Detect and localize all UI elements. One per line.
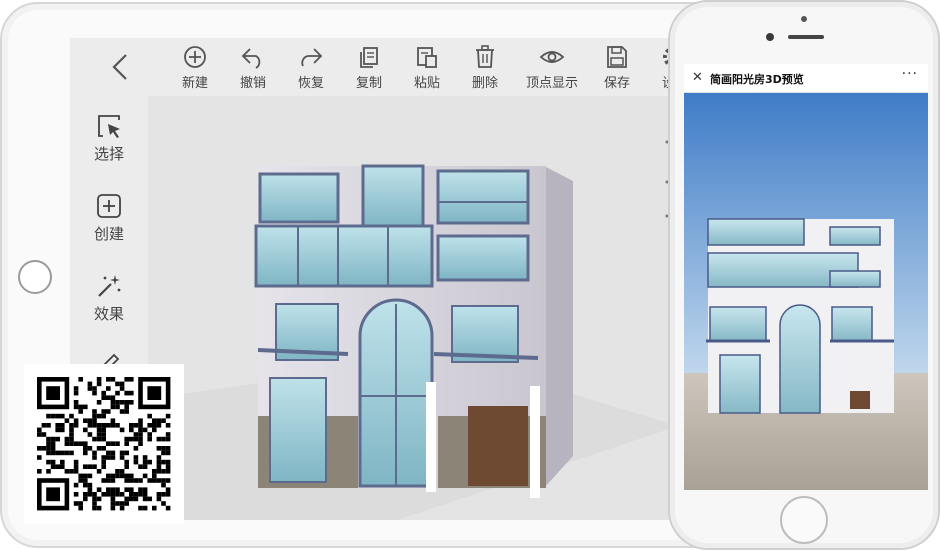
toolbar-redo-label: 恢复 [297,76,324,91]
toolbar-new-label: 新建 [181,76,208,91]
phone-house-render [684,93,928,490]
sidebar-create-label: 创建 [93,225,124,243]
phone-camera [801,16,807,22]
close-icon[interactable]: ✕ [692,70,703,85]
undo-icon [241,48,261,69]
sidebar-item-select[interactable]: 选择 [70,112,148,164]
toolbar-save-button[interactable]: 保存 [588,44,646,91]
paste-icon [417,47,437,68]
sidebar-item-effects[interactable]: 效果 [70,272,148,324]
toolbar-copy-button[interactable]: 复制 [340,44,398,91]
phone-preview-title: 简画阳光房3D预览 [710,73,804,86]
toolbar-undo-button[interactable]: 撤销 [224,44,282,91]
redo-icon [301,48,323,67]
back-arrow-icon[interactable] [106,52,136,82]
magic-wand-icon [98,275,121,297]
tablet-home-button[interactable] [18,260,52,294]
plus-square-icon [97,194,121,218]
toolbar-new-button[interactable]: 新建 [166,44,224,91]
phone-preview-header: ✕ 简画阳光房3D预览 ··· [684,64,928,93]
toolbar-paste-button[interactable]: 粘贴 [398,44,456,91]
3d-viewport[interactable] [148,96,690,520]
eye-icon [539,51,565,63]
qr-code [24,364,184,524]
select-cursor-icon [98,115,120,138]
phone-front-camera [766,33,774,41]
toolbar-delete-button[interactable]: 删除 [456,44,514,91]
trash-icon [476,45,494,68]
qr-code-image [37,377,171,511]
toolbar-delete-label: 删除 [471,76,498,91]
phone-home-button[interactable] [780,496,828,544]
save-icon [607,46,627,68]
toolbar-redo-button[interactable]: 恢复 [282,44,340,91]
copy-icon [360,47,378,68]
phone-3d-preview[interactable] [684,93,928,490]
toolbar-paste-label: 粘贴 [413,76,440,91]
toolbar-undo-label: 撤销 [239,76,266,91]
phone-speaker [788,35,824,39]
top-toolbar: 新建 撤销 恢复 复制 粘贴 删除 顶点显示 保存 [70,38,690,97]
phone-screen: ✕ 简画阳光房3D预览 ··· [684,64,928,490]
toolbar-vertex-display-label: 顶点显示 [525,76,578,91]
toolbar-save-label: 保存 [603,76,630,91]
plus-circle-icon [184,46,206,68]
sidebar-effects-label: 效果 [93,305,124,323]
toolbar-vertex-display-button[interactable]: 顶点显示 [516,44,588,91]
sidebar-item-create[interactable]: 创建 [70,192,148,244]
toolbar-copy-label: 复制 [355,76,382,91]
house-3d-model[interactable] [148,96,690,520]
sidebar-select-label: 选择 [93,145,124,163]
phone-frame: ✕ 简画阳光房3D预览 ··· [668,0,940,550]
more-options-icon[interactable]: ··· [902,66,918,82]
